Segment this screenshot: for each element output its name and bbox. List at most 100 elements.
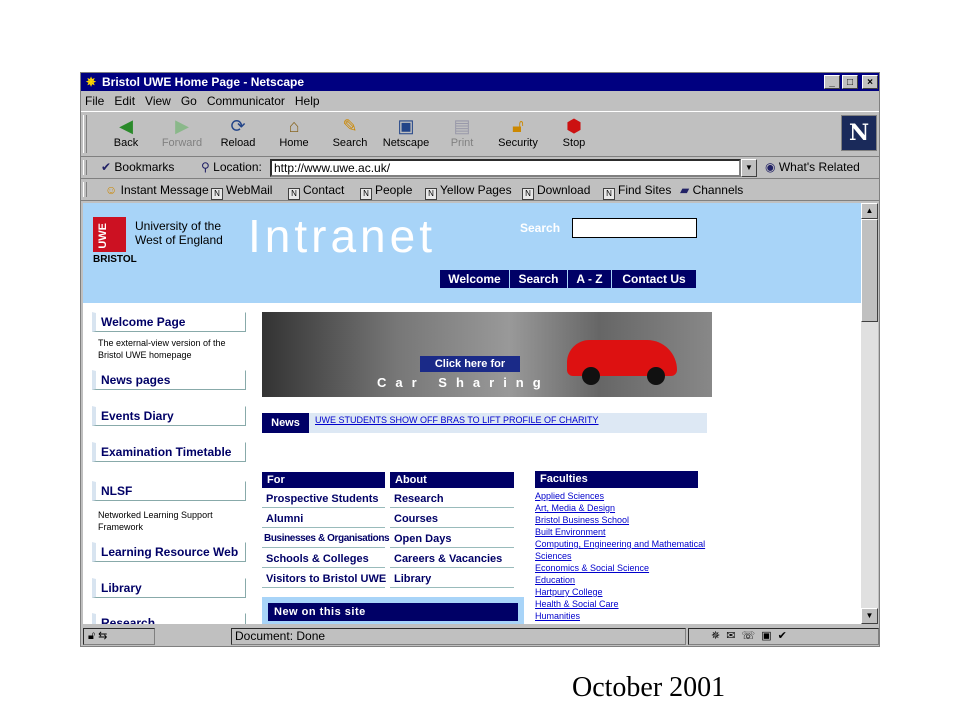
menu-view[interactable]: View (145, 94, 171, 108)
menu-bar: File Edit View Go Communicator Help (81, 91, 879, 111)
personal-toolbar: ☺ Instant Message N WebMail N Contact N Peo… (81, 179, 879, 201)
minimize-button[interactable]: _ (824, 75, 840, 89)
car-sharing-banner[interactable]: Click here for Car Sharing (262, 312, 712, 397)
webmail-label: WebMail (226, 183, 273, 197)
scroll-thumb[interactable] (861, 219, 878, 322)
reload-label: Reload (220, 137, 256, 149)
faculty-link[interactable]: Education (535, 575, 575, 585)
faculty-link[interactable]: Computing, Engineering and Mathematical (535, 539, 705, 549)
menu-help[interactable]: Help (295, 94, 320, 108)
nav-welcome[interactable]: Welcome (440, 270, 510, 288)
faculty-link[interactable]: Applied Sciences (535, 491, 604, 501)
nav-search[interactable]: Search (510, 270, 568, 288)
print-button[interactable]: ▤ Print (437, 115, 487, 155)
about-research[interactable]: Research (390, 490, 514, 508)
whats-related-label: What's Related (778, 160, 860, 174)
for-businesses[interactable]: Businesses & Organisations (262, 530, 390, 548)
faculty-link[interactable]: Sciences (535, 551, 572, 561)
menu-communicator[interactable]: Communicator (207, 94, 285, 108)
scroll-up-arrow[interactable]: ▲ (861, 203, 878, 219)
faculty-link[interactable]: Hartpury College (535, 587, 603, 597)
faculty-link[interactable]: Economics & Social Science (535, 563, 649, 573)
scroll-down-arrow[interactable]: ▼ (861, 608, 878, 624)
bookmark-page-icon: N (603, 188, 615, 200)
channels-button[interactable]: ▰ Channels (680, 183, 743, 197)
location-grip[interactable] (83, 160, 87, 175)
for-schools-colleges[interactable]: Schools & Colleges (262, 550, 385, 568)
page-proxy-icon[interactable]: ⚲ (201, 160, 210, 174)
about-careers[interactable]: Careers & Vacancies (390, 550, 514, 568)
news-headline-link[interactable]: UWE STUDENTS SHOW OFF BRAS TO LIFT PROFI… (315, 415, 599, 425)
instant-message-button[interactable]: ☺ Instant Message (105, 183, 209, 197)
location-toolbar: ✔ Bookmarks ⚲ Location: http://www.uwe.a… (81, 157, 879, 179)
faculty-link[interactable]: Bristol Business School (535, 515, 629, 525)
faculty-link[interactable]: Health & Social Care (535, 599, 619, 609)
status-bar: 🔓︎ ⇆ Document: Done ✵✉☏▣✔ (81, 626, 879, 646)
url-input[interactable]: http://www.uwe.ac.uk/ (270, 159, 741, 177)
about-courses[interactable]: Courses (390, 510, 514, 528)
url-dropdown-button[interactable]: ▼ (741, 159, 757, 177)
netscape-logo[interactable]: N (841, 115, 877, 151)
toolbar-grip[interactable] (83, 115, 87, 153)
netscape-button[interactable]: ▣ Netscape (381, 115, 431, 155)
menu-go[interactable]: Go (181, 94, 197, 108)
faculty-link[interactable]: Humanities (535, 611, 580, 621)
people-label: People (375, 183, 413, 197)
reload-button[interactable]: ⟳ Reload (213, 115, 263, 155)
search-button[interactable]: ✎ Search (325, 115, 375, 155)
menu-file[interactable]: File (85, 94, 104, 108)
contact-button[interactable]: N Contact (288, 183, 344, 200)
channels-folder-icon: ▰ (680, 183, 690, 197)
whats-related-button[interactable]: ◉ What's Related (765, 160, 860, 174)
faculty-link[interactable]: Built Environment (535, 527, 606, 537)
maximize-button[interactable]: □ (842, 75, 858, 89)
nav-a-z[interactable]: A - Z (568, 270, 612, 288)
sidebar-news-pages[interactable]: News pages (92, 370, 246, 390)
about-library[interactable]: Library (390, 570, 514, 588)
security-status-icon[interactable]: 🔓︎ ⇆ (83, 628, 155, 645)
netscape-label: Netscape (382, 137, 430, 149)
back-button[interactable]: ◀ Back (101, 115, 151, 155)
sidebar-welcome-desc: The external-view version of the Bristol… (98, 338, 226, 360)
bookmark-page-icon: N (425, 188, 437, 200)
faculty-link[interactable]: Art, Media & Design (535, 503, 615, 513)
webmail-button[interactable]: N WebMail (211, 183, 272, 200)
personal-grip[interactable] (83, 182, 87, 197)
stop-button[interactable]: ⬢ Stop (549, 115, 599, 155)
home-label: Home (279, 137, 309, 149)
sidebar-learning-resource-web[interactable]: Learning Resource Web (92, 542, 246, 562)
sidebar-library[interactable]: Library (92, 578, 246, 598)
new-on-site-panel: New on this site (262, 597, 524, 624)
find-sites-button[interactable]: N Find Sites (603, 183, 671, 200)
home-button[interactable]: ⌂ Home (269, 115, 319, 155)
bookmarks-button[interactable]: ✔ Bookmarks (101, 160, 174, 174)
yellow-pages-label: Yellow Pages (440, 183, 512, 197)
search-label: Search (332, 137, 368, 149)
nav-contact-us[interactable]: Contact Us (612, 270, 696, 288)
university-line-1: University of the (135, 219, 222, 233)
sidebar-events-diary[interactable]: Events Diary (92, 406, 246, 426)
forward-button[interactable]: ▶ Forward (157, 115, 207, 155)
site-search-input[interactable] (572, 218, 697, 238)
sidebar-exam-timetable[interactable]: Examination Timetable (92, 442, 246, 462)
sidebar-welcome-page[interactable]: Welcome Page (92, 312, 246, 332)
sidebar-nlsf[interactable]: NLSF (92, 481, 246, 501)
for-prospective-students[interactable]: Prospective Students (262, 490, 385, 508)
sidebar-research[interactable]: Research (92, 613, 246, 624)
security-button[interactable]: 🔓︎ Security (493, 115, 543, 155)
download-button[interactable]: N Download (522, 183, 590, 200)
printer-icon: ▤ (453, 116, 471, 136)
browser-window: ✵ Bristol UWE Home Page - Netscape _ □ ×… (80, 72, 880, 647)
uwe-logo-bristol: BRISTOL (93, 254, 137, 265)
for-alumni[interactable]: Alumni (262, 510, 385, 528)
close-button[interactable]: × (862, 75, 878, 89)
people-button[interactable]: N People (360, 183, 412, 200)
menu-edit[interactable]: Edit (114, 94, 135, 108)
yellow-pages-button[interactable]: N Yellow Pages (425, 183, 512, 200)
for-visitors[interactable]: Visitors to Bristol UWE (262, 570, 386, 588)
vertical-scrollbar[interactable]: ▲ ▼ (861, 203, 878, 624)
component-bar[interactable]: ✵✉☏▣✔ (688, 628, 879, 645)
about-open-days[interactable]: Open Days (390, 530, 514, 548)
intranet-banner: UWE BRISTOL University of the West of En… (83, 203, 861, 303)
car-sharing-click-here: Click here for (420, 356, 520, 372)
